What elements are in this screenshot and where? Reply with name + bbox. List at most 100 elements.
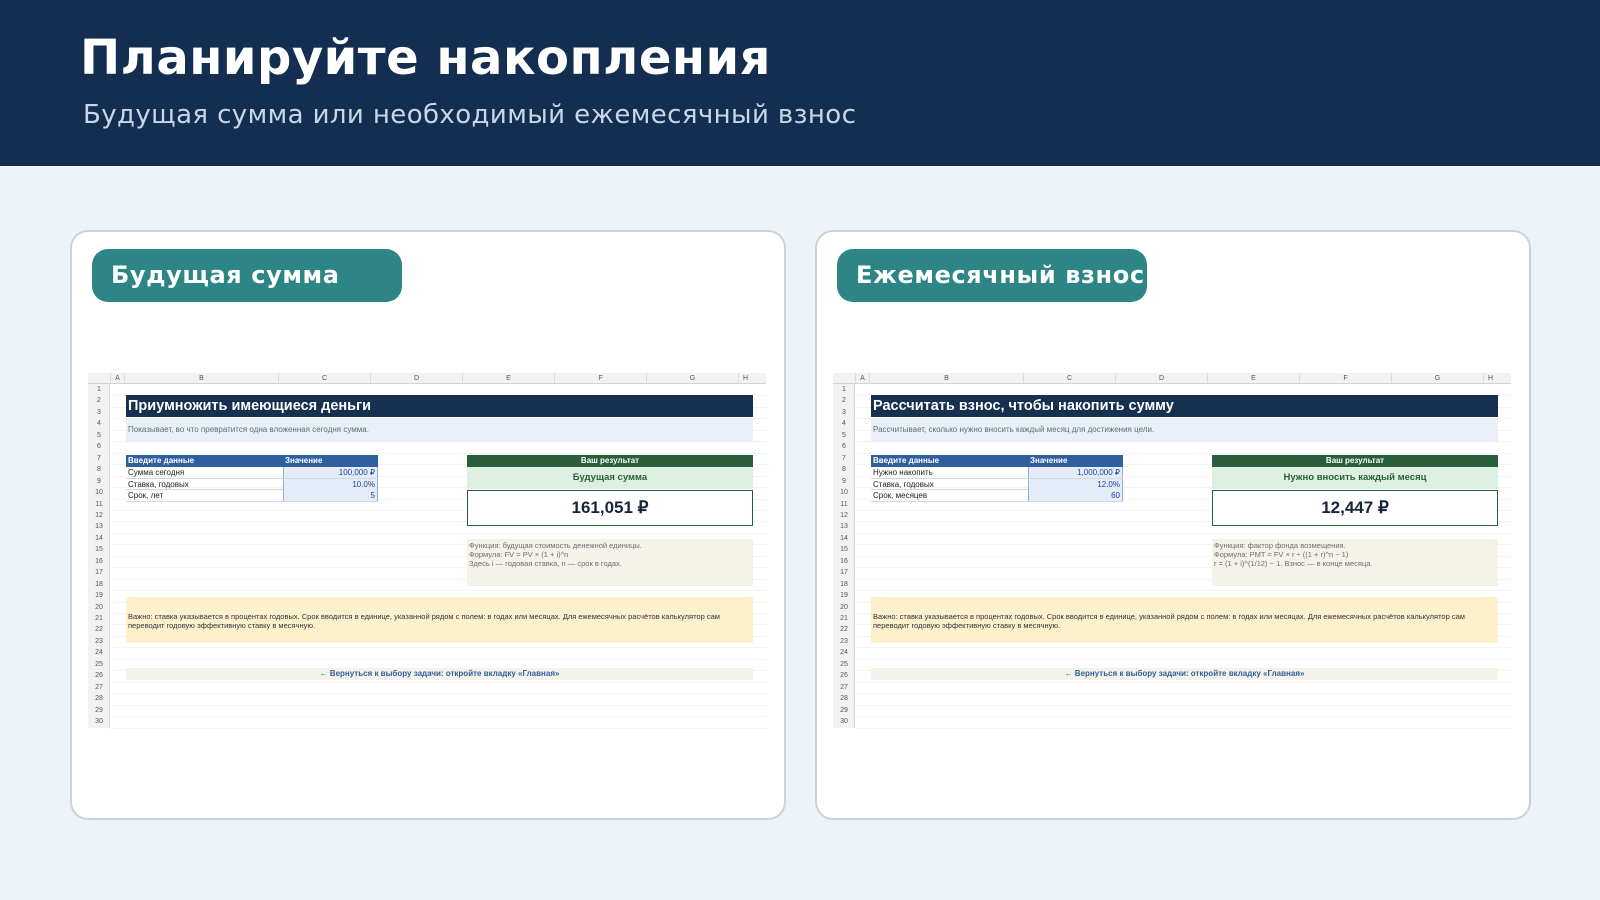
row-header[interactable]: 19 xyxy=(833,590,855,601)
row-header[interactable]: 5 xyxy=(833,430,855,441)
row-header[interactable]: 20 xyxy=(88,602,110,613)
result-value: 12,447 ₽ xyxy=(1212,490,1498,526)
row-header[interactable]: 22 xyxy=(833,624,855,635)
back-link[interactable]: ← Вернуться к выбору задачи: откройте вк… xyxy=(126,668,753,680)
input-value-cell[interactable]: 5 xyxy=(283,490,378,501)
future-sum-card[interactable]: Будущая сумма ABCDEFGH 1 2 3 4 5 6 7 8 9 10 11 12 13… xyxy=(70,230,786,820)
column-header[interactable]: C xyxy=(1023,373,1115,384)
gridline xyxy=(855,727,1511,729)
row-header[interactable]: 24 xyxy=(833,647,855,658)
row-header[interactable]: 12 xyxy=(833,510,855,521)
row-header[interactable]: 26 xyxy=(88,670,110,681)
column-header[interactable]: G xyxy=(646,373,738,384)
row-header[interactable]: 2 xyxy=(88,395,110,406)
row-header[interactable]: 27 xyxy=(833,682,855,693)
spreadsheet-preview: ABCDEFGH 1 2 3 4 5 6 7 8 9 10 11 12 13 14 15 16 17 18 19 20… xyxy=(88,373,766,748)
gridline xyxy=(110,693,766,695)
row-header[interactable]: 10 xyxy=(88,487,110,498)
input-label: Ставка, годовых xyxy=(873,479,934,489)
row-headers: 1 2 3 4 5 6 7 8 9 10 11 12 13 14 15 16 17 18 19 20 21 22 23 24 2… xyxy=(833,384,855,728)
row-header[interactable]: 29 xyxy=(833,705,855,716)
row-header[interactable]: 21 xyxy=(833,613,855,624)
input-value-cell[interactable]: 10.0% xyxy=(283,478,378,490)
row-header[interactable]: 22 xyxy=(88,624,110,635)
row-header[interactable]: 3 xyxy=(833,407,855,418)
row-header[interactable]: 20 xyxy=(833,602,855,613)
result-label: Будущая сумма xyxy=(467,467,753,489)
row-header[interactable]: 16 xyxy=(833,556,855,567)
row-header[interactable]: 27 xyxy=(88,682,110,693)
row-headers: 1 2 3 4 5 6 7 8 9 10 11 12 13 14 15 16 17 18 19 20 21 22 23 24 2… xyxy=(88,384,110,728)
row-header[interactable]: 8 xyxy=(833,464,855,475)
row-header[interactable]: 26 xyxy=(833,670,855,681)
row-header[interactable]: 25 xyxy=(88,659,110,670)
row-header[interactable]: 24 xyxy=(88,647,110,658)
monthly-payment-card[interactable]: Ежемесячный взнос ABCDEFGH 1 2 3 4 5 6 7 8 9 10 11… xyxy=(815,230,1531,820)
column-header[interactable]: F xyxy=(554,373,646,384)
row-header[interactable]: 16 xyxy=(88,556,110,567)
back-link[interactable]: ← Вернуться к выбору задачи: откройте вк… xyxy=(871,668,1498,680)
row-header[interactable]: 30 xyxy=(833,716,855,727)
gridline xyxy=(110,716,766,718)
input-label: Ставка, годовых xyxy=(128,479,189,489)
row-header[interactable]: 21 xyxy=(88,613,110,624)
row-header[interactable]: 5 xyxy=(88,430,110,441)
column-header[interactable]: G xyxy=(1391,373,1483,384)
row-header[interactable]: 23 xyxy=(833,636,855,647)
row-header[interactable]: 1 xyxy=(833,384,855,395)
row-header[interactable]: 11 xyxy=(88,499,110,510)
column-header[interactable]: H xyxy=(738,373,752,384)
row-header[interactable]: 8 xyxy=(88,464,110,475)
row-header[interactable]: 6 xyxy=(88,441,110,452)
row-header[interactable]: 2 xyxy=(833,395,855,406)
row-header[interactable]: 4 xyxy=(833,418,855,429)
row-header[interactable]: 4 xyxy=(88,418,110,429)
column-header[interactable]: D xyxy=(370,373,462,384)
column-header[interactable]: F xyxy=(1299,373,1391,384)
column-header[interactable]: C xyxy=(278,373,370,384)
row-header[interactable]: 9 xyxy=(833,476,855,487)
row-header[interactable]: 29 xyxy=(88,705,110,716)
row-header[interactable]: 28 xyxy=(833,693,855,704)
row-header[interactable]: 17 xyxy=(88,567,110,578)
column-header[interactable]: H xyxy=(1483,373,1497,384)
row-header[interactable]: 1 xyxy=(88,384,110,395)
column-header[interactable]: B xyxy=(869,373,1023,384)
row-header[interactable]: 18 xyxy=(833,579,855,590)
row-header[interactable]: 15 xyxy=(88,544,110,555)
input-value-cell[interactable]: 12.0% xyxy=(1028,478,1123,490)
page-header: Планируйте накопления Будущая сумма или … xyxy=(0,0,1600,166)
formula-note: Функция: будущая стоимость денежной един… xyxy=(467,539,753,586)
sheet-description: Показывает, во что превратится одна влож… xyxy=(126,418,753,442)
input-value-cell[interactable]: 60 xyxy=(1028,490,1123,501)
input-value-cell[interactable]: 100,000 ₽ xyxy=(283,467,378,478)
column-header[interactable]: A xyxy=(110,373,124,384)
row-header[interactable]: 15 xyxy=(833,544,855,555)
row-header[interactable]: 7 xyxy=(88,453,110,464)
column-header[interactable]: A xyxy=(855,373,869,384)
row-header[interactable]: 28 xyxy=(88,693,110,704)
row-header[interactable]: 10 xyxy=(833,487,855,498)
row-header[interactable]: 23 xyxy=(88,636,110,647)
column-header[interactable]: E xyxy=(462,373,554,384)
row-header[interactable]: 14 xyxy=(88,533,110,544)
row-header[interactable]: 3 xyxy=(88,407,110,418)
row-header[interactable]: 30 xyxy=(88,716,110,727)
row-header[interactable]: 12 xyxy=(88,510,110,521)
column-header[interactable]: E xyxy=(1207,373,1299,384)
row-header[interactable]: 7 xyxy=(833,453,855,464)
row-header[interactable]: 9 xyxy=(88,476,110,487)
row-header[interactable]: 13 xyxy=(88,521,110,532)
row-header[interactable]: 25 xyxy=(833,659,855,670)
column-header[interactable]: D xyxy=(1115,373,1207,384)
row-header[interactable]: 17 xyxy=(833,567,855,578)
row-header[interactable]: 18 xyxy=(88,579,110,590)
input-value-cell[interactable]: 1,000,000 ₽ xyxy=(1028,467,1123,478)
input-row: Ставка, годовых 10.0% xyxy=(126,478,378,490)
row-header[interactable]: 14 xyxy=(833,533,855,544)
row-header[interactable]: 6 xyxy=(833,441,855,452)
row-header[interactable]: 13 xyxy=(833,521,855,532)
row-header[interactable]: 19 xyxy=(88,590,110,601)
column-header[interactable]: B xyxy=(124,373,278,384)
row-header[interactable]: 11 xyxy=(833,499,855,510)
